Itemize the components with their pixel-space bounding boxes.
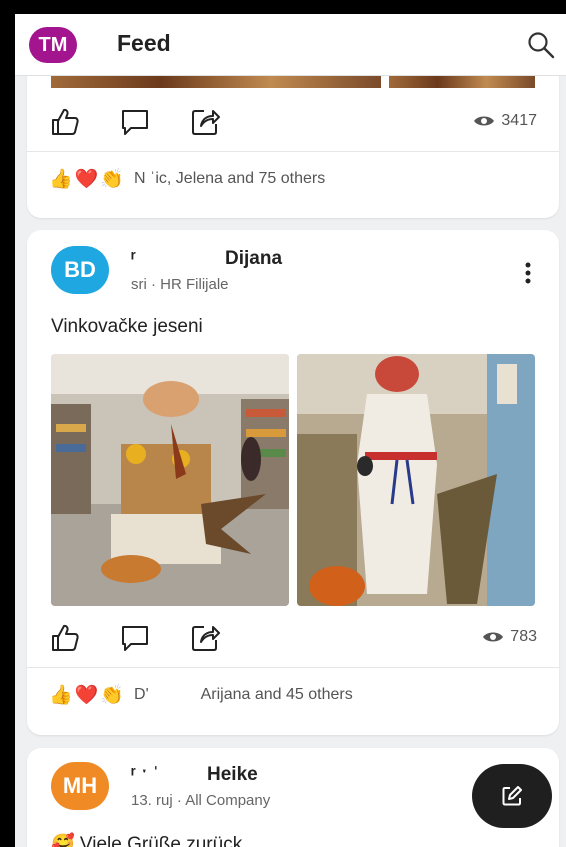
share-icon[interactable]	[189, 622, 221, 654]
post-card: BD ʳ Dijana sri · HR Filijale Vinkovačke…	[27, 230, 559, 735]
post-image[interactable]	[51, 354, 289, 606]
like-icon[interactable]	[49, 622, 81, 654]
app-bar: TM Feed	[15, 14, 566, 76]
author-avatar[interactable]: BD	[51, 246, 109, 294]
clap-reaction-icon: 👏	[100, 685, 125, 706]
reactions-text: Arijana and 45 others	[200, 686, 353, 703]
like-icon[interactable]	[49, 106, 81, 138]
view-count-value: 3417	[501, 112, 537, 129]
reactions-text: N ˈic, Jelena and 75 others	[134, 170, 326, 187]
eye-icon	[474, 116, 495, 126]
post-text: 🥰 Viele Grüße zurück	[51, 834, 243, 847]
thumbs-up-reaction-icon: 👍	[49, 685, 73, 706]
divider	[27, 667, 559, 668]
post-text: Vinkovačke jeseni	[51, 316, 203, 337]
comment-icon[interactable]	[119, 622, 151, 654]
author-name-prefix[interactable]: ʳ	[131, 248, 136, 270]
author-name[interactable]: Dijana	[225, 248, 282, 270]
post-card: 3417 👍 ❤️ 👏 N ˈic, Jelena and 75 others	[27, 54, 559, 218]
autumn-display-image	[51, 354, 289, 606]
post-meta: 13. ruj · All Company	[131, 792, 271, 809]
post-meta: sri · HR Filijale	[131, 276, 229, 293]
user-avatar[interactable]: TM	[29, 27, 77, 63]
clap-reaction-icon: 👏	[100, 169, 125, 190]
post-image[interactable]	[51, 76, 381, 88]
share-icon[interactable]	[189, 106, 221, 138]
post-actions: 3417	[27, 102, 559, 142]
page-title: Feed	[117, 30, 171, 56]
view-count: 783	[482, 628, 537, 646]
compose-icon	[502, 786, 522, 806]
thumbs-up-reaction-icon: 👍	[49, 169, 73, 190]
reactions-summary[interactable]: 👍 ❤️ 👏 N ˈic, Jelena and 75 others	[49, 164, 325, 194]
reactions-text-prefix: D'	[134, 686, 149, 703]
heart-reaction-icon: ❤️	[74, 169, 99, 190]
reactions-summary[interactable]: 👍 ❤️ 👏 D' Arijana and 45 others	[49, 680, 353, 710]
app-screen: TM Feed 3417 👍 ❤️ 👏 N ˈic, Jelena and 75…	[14, 14, 566, 847]
comment-icon[interactable]	[119, 106, 151, 138]
eye-icon	[483, 632, 504, 642]
search-icon[interactable]	[527, 31, 555, 59]
more-options-icon[interactable]	[525, 262, 531, 284]
heart-reaction-icon: ❤️	[74, 685, 99, 706]
author-avatar[interactable]: MH	[51, 762, 109, 810]
post-image[interactable]	[389, 76, 535, 88]
author-name-prefix[interactable]: ʳ ˑ ˈ	[131, 764, 159, 786]
author-name[interactable]: Heike	[207, 764, 258, 786]
compose-button[interactable]	[472, 764, 552, 828]
traditional-dress-image	[297, 354, 535, 606]
post-image[interactable]	[297, 354, 535, 606]
view-count: 3417	[473, 112, 537, 130]
divider	[27, 151, 559, 152]
view-count-value: 783	[510, 628, 537, 645]
post-actions: 783	[27, 618, 559, 658]
